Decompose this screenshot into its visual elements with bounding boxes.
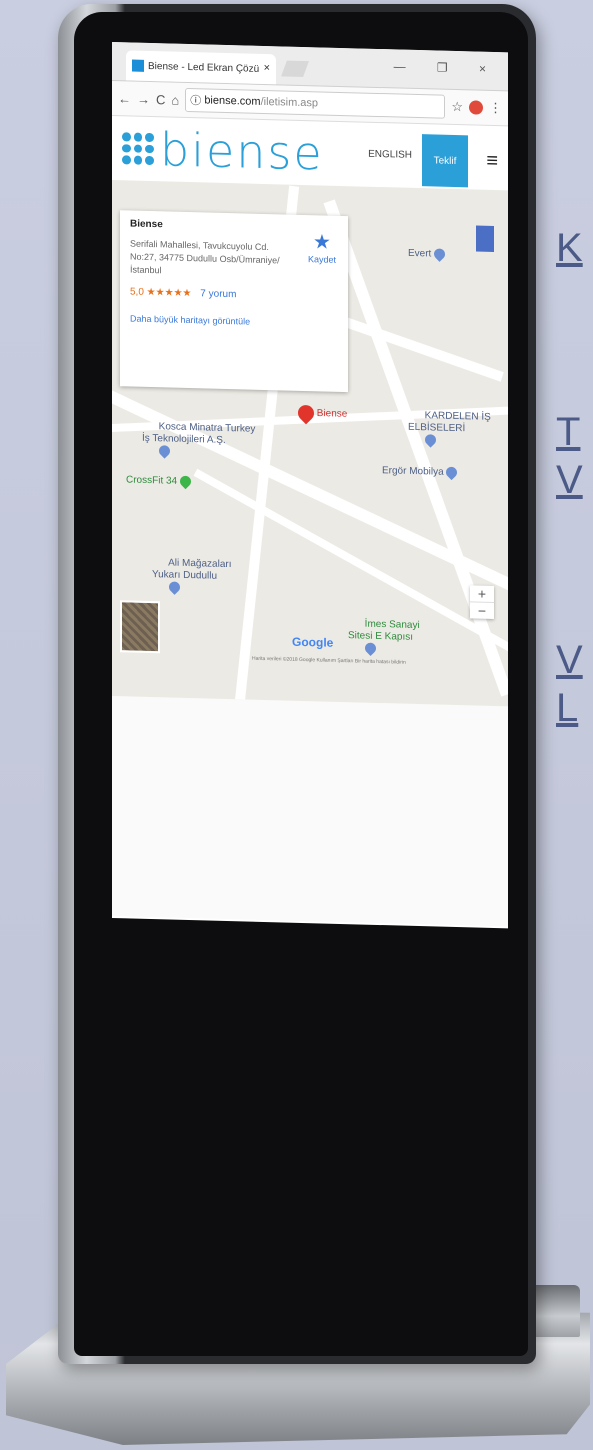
tab-title: Biense - Led Ekran Çözü xyxy=(148,60,260,75)
poi-kardelen[interactable]: KARDELEN İŞ ELBİSELERİ xyxy=(408,398,491,460)
site-logo[interactable]: biense xyxy=(160,122,324,180)
poi-label: KARDELEN İŞ ELBİSELERİ xyxy=(408,410,491,435)
poi-label: CrossFit 34 xyxy=(126,474,178,487)
place-info-card: Biense Serifali Mahallesi, Tavukcuyolu C… xyxy=(120,210,348,393)
hamburger-menu-icon[interactable]: ≡ xyxy=(486,150,498,173)
poi-label: İmes Sanayi Sitesi E Kapısı xyxy=(348,618,420,643)
side-letter: V xyxy=(556,638,583,682)
zoom-out-button[interactable]: − xyxy=(470,601,494,620)
poi-label: Ergör Mobilya xyxy=(382,465,444,478)
poi-crossfit[interactable]: CrossFit 34 xyxy=(126,473,194,490)
save-place-button[interactable]: ★ Kaydet xyxy=(308,229,336,265)
save-star-icon: ★ xyxy=(313,231,331,254)
map-pin-icon xyxy=(166,579,182,595)
map-pin-icon xyxy=(444,464,460,481)
reload-icon[interactable]: C xyxy=(156,92,165,107)
poi-biense[interactable]: Biense xyxy=(294,401,348,425)
tab-close-icon[interactable]: × xyxy=(264,62,270,74)
side-letter: V xyxy=(556,458,583,502)
back-icon[interactable]: ← xyxy=(118,91,131,106)
google-logo: Google xyxy=(292,634,334,650)
green-pin-icon xyxy=(177,473,194,490)
map-zoom-control: + − xyxy=(470,585,494,620)
favicon-icon xyxy=(132,59,144,72)
extension-icon[interactable] xyxy=(469,100,483,115)
map-pin-icon xyxy=(422,432,438,448)
window-controls[interactable]: — ❐ × xyxy=(394,59,500,76)
poi-evert[interactable]: Evert xyxy=(408,246,448,262)
address-bar[interactable]: ⓘ biense.com /iletisim.asp xyxy=(185,87,446,119)
home-icon[interactable]: ⌂ xyxy=(171,92,179,107)
logo-dots-icon xyxy=(122,132,154,166)
side-letter: T xyxy=(556,410,581,454)
reviews-link[interactable]: 7 yorum xyxy=(200,288,236,300)
poi-ali[interactable]: Ali Mağazaları Yukarı Dudullu xyxy=(152,545,231,607)
url-path: /iletisim.asp xyxy=(260,95,319,110)
google-map[interactable]: Biense Serifali Mahallesi, Tavukcuyolu C… xyxy=(112,180,508,707)
satellite-toggle[interactable] xyxy=(120,600,160,654)
larger-map-link[interactable]: Daha büyük haritayı görüntüle xyxy=(130,313,338,328)
bookmark-star-icon[interactable]: ☆ xyxy=(451,99,463,115)
save-label: Kaydet xyxy=(307,254,336,265)
poi-label: Ali Mağazaları Yukarı Dudullu xyxy=(152,557,232,582)
map-pin-icon xyxy=(431,246,448,262)
poi-kosca[interactable]: Kosca Minatra Turkey İş Teknolojileri A.… xyxy=(142,409,255,472)
poi-label: Evert xyxy=(408,247,432,260)
info-icon: ⓘ xyxy=(190,95,205,108)
map-pin-icon xyxy=(156,443,172,459)
place-rating: 5,0 ★★★★★ 7 yorum xyxy=(130,286,338,302)
poi-label: Biense xyxy=(316,408,348,420)
page-footer-area xyxy=(112,696,508,927)
site-header: biense ENGLISH Teklif ≡ xyxy=(112,116,508,190)
place-name: Biense xyxy=(130,218,163,231)
poi-label: Kosca Minatra Turkey İş Teknolojileri A.… xyxy=(142,421,256,446)
language-link[interactable]: ENGLISH xyxy=(368,149,412,161)
url-domain: biense.com xyxy=(204,94,261,108)
poi-ergor[interactable]: Ergör Mobilya xyxy=(382,464,460,481)
pegman-icon[interactable] xyxy=(476,225,494,253)
side-letter: K xyxy=(556,226,583,270)
zoom-in-button[interactable]: + xyxy=(470,585,494,602)
kiosk-screen: Biense - Led Ekran Çözü × — ❐ × ← → C ⌂ … xyxy=(112,42,508,929)
menu-dots-icon[interactable]: ⋮ xyxy=(489,100,502,116)
map-pin-icon xyxy=(362,640,378,657)
rating-stars: 5,0 ★★★★★ xyxy=(130,286,192,300)
forward-icon[interactable]: → xyxy=(137,91,150,106)
browser-tab[interactable]: Biense - Led Ekran Çözü × xyxy=(126,50,276,85)
side-letter: L xyxy=(556,686,579,730)
teklif-button[interactable]: Teklif xyxy=(422,134,468,188)
new-tab-button[interactable] xyxy=(281,60,309,78)
place-address: Serifali Mahallesi, Tavukcuyolu Cd. No:2… xyxy=(130,238,280,276)
